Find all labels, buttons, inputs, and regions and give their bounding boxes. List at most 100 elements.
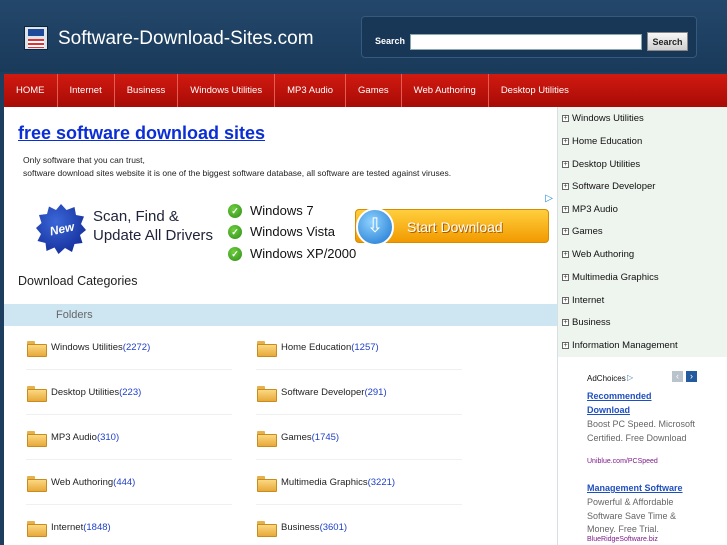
ad-title[interactable]: Management Software bbox=[587, 481, 683, 495]
category-item-multimedia-graphics[interactable]: Multimedia Graphics (3221) bbox=[256, 461, 462, 505]
expand-plus-icon[interactable]: + bbox=[562, 296, 569, 304]
start-download-button[interactable]: ⇩ Start Download bbox=[355, 208, 549, 246]
ad-headline: Scan, Find & bbox=[93, 208, 179, 225]
folders-label: Folders bbox=[56, 309, 93, 321]
ad-os-item: Windows 7 bbox=[250, 203, 314, 218]
ad-body: Boost PC Speed. Microsoft Certified. Fre… bbox=[587, 419, 696, 443]
folder-icon bbox=[257, 430, 277, 447]
ad-os-item: Windows XP/2000 bbox=[250, 246, 357, 261]
expand-plus-icon[interactable]: + bbox=[562, 114, 569, 122]
category-name: Web Authoring bbox=[51, 477, 114, 488]
category-count[interactable]: (1745) bbox=[312, 432, 339, 443]
expand-plus-icon[interactable]: + bbox=[562, 182, 569, 190]
driver-ad-banner[interactable]: ▷ New Scan, Find & Update All Drivers ✓ … bbox=[18, 193, 555, 263]
category-count[interactable]: (291) bbox=[364, 387, 386, 398]
nav-desktop-utilities[interactable]: Desktop Utilities bbox=[489, 74, 581, 107]
sidebar-item-label: Windows Utilities bbox=[572, 112, 644, 124]
ad-url[interactable]: Uniblue.com/PCSpeed bbox=[587, 458, 658, 465]
ad-title-2[interactable]: Download bbox=[587, 403, 630, 417]
folder-icon bbox=[27, 385, 47, 402]
search-label: Search bbox=[375, 36, 406, 46]
expand-plus-icon[interactable]: + bbox=[562, 273, 569, 281]
search-button[interactable]: Search bbox=[647, 32, 688, 51]
category-name: Games bbox=[281, 432, 312, 443]
sidebar-item-label: MP3 Audio bbox=[572, 203, 618, 215]
sidebar-item-software-developer[interactable]: + Software Developer bbox=[562, 175, 726, 197]
sidebar-item-label: Software Developer bbox=[572, 180, 656, 192]
category-item-business[interactable]: Business (3601) bbox=[256, 506, 462, 545]
category-name: Multimedia Graphics bbox=[281, 477, 368, 488]
download-arrow-icon: ⇩ bbox=[356, 208, 394, 246]
sidebar-category-list: + Windows Utilities + Home Education + Desk… bbox=[558, 107, 727, 357]
main-content: free software download sites Only softwa… bbox=[4, 107, 557, 545]
expand-plus-icon[interactable]: + bbox=[562, 205, 569, 213]
expand-plus-icon[interactable]: + bbox=[562, 250, 569, 258]
intro-text-2: software download sites website it is on… bbox=[23, 168, 452, 178]
category-count[interactable]: (310) bbox=[97, 432, 119, 443]
sidebar-item-windows-utilities[interactable]: + Windows Utilities bbox=[562, 107, 726, 129]
sidebar-item-multimedia-graphics[interactable]: + Multimedia Graphics bbox=[562, 266, 726, 288]
adchoices-icon[interactable]: ▷ bbox=[545, 193, 553, 204]
sidebar-item-home-education[interactable]: + Home Education bbox=[562, 130, 726, 152]
site-title[interactable]: Software-Download-Sites.com bbox=[58, 28, 314, 50]
category-name: Desktop Utilities bbox=[51, 387, 120, 398]
sidebar-item-label: Desktop Utilities bbox=[572, 158, 641, 170]
floppy-logo-icon[interactable] bbox=[24, 26, 48, 50]
category-count[interactable]: (3601) bbox=[320, 522, 347, 533]
ad-next-arrow-icon[interactable]: › bbox=[686, 371, 697, 382]
expand-plus-icon[interactable]: + bbox=[562, 227, 569, 235]
sidebar-item-label: Internet bbox=[572, 294, 605, 306]
sidebar-item-mp3-audio[interactable]: + MP3 Audio bbox=[562, 198, 726, 220]
start-download-label: Start Download bbox=[407, 219, 503, 235]
category-item-mp3-audio[interactable]: MP3 Audio (310) bbox=[26, 416, 232, 460]
category-name: Home Education bbox=[281, 342, 352, 353]
category-item-internet[interactable]: Internet (1848) bbox=[26, 506, 232, 545]
sidebar-item-desktop-utilities[interactable]: + Desktop Utilities bbox=[562, 153, 726, 175]
nav-games[interactable]: Games bbox=[346, 74, 402, 107]
category-item-desktop-utilities[interactable]: Desktop Utilities (223) bbox=[26, 371, 232, 415]
ad-prev-arrow-icon[interactable]: ‹ bbox=[672, 371, 683, 382]
nav-web-authoring[interactable]: Web Authoring bbox=[402, 74, 489, 107]
site-header: Software-Download-Sites.com Search Searc… bbox=[0, 0, 727, 72]
page-title[interactable]: free software download sites bbox=[18, 123, 265, 144]
expand-plus-icon[interactable]: + bbox=[562, 160, 569, 168]
ad-url[interactable]: BlueRidgeSoftware.biz bbox=[587, 536, 658, 543]
sidebar-item-information-management[interactable]: + Information Management bbox=[562, 334, 726, 356]
nav-home[interactable]: HOME bbox=[4, 74, 58, 107]
sidebar-item-label: Web Authoring bbox=[572, 248, 635, 260]
category-count[interactable]: (1848) bbox=[83, 522, 110, 533]
folder-icon bbox=[27, 340, 47, 357]
category-count[interactable]: (223) bbox=[119, 387, 141, 398]
check-icon: ✓ bbox=[228, 204, 242, 218]
folder-icon bbox=[257, 340, 277, 357]
category-item-web-authoring[interactable]: Web Authoring (444) bbox=[26, 461, 232, 505]
sidebar: + Windows Utilities + Home Education + Desk… bbox=[557, 107, 727, 545]
sidebar-item-internet[interactable]: + Internet bbox=[562, 289, 726, 311]
download-categories-heading: Download Categories bbox=[18, 274, 138, 288]
nav-internet[interactable]: Internet bbox=[58, 74, 115, 107]
sidebar-item-web-authoring[interactable]: + Web Authoring bbox=[562, 243, 726, 265]
category-count[interactable]: (1257) bbox=[351, 342, 378, 353]
expand-plus-icon[interactable]: + bbox=[562, 318, 569, 326]
expand-plus-icon[interactable]: + bbox=[562, 137, 569, 145]
folder-icon bbox=[257, 520, 277, 537]
search-input[interactable] bbox=[410, 34, 642, 50]
folder-icon bbox=[27, 475, 47, 492]
sidebar-item-games[interactable]: + Games bbox=[562, 220, 726, 242]
category-count[interactable]: (3221) bbox=[368, 477, 395, 488]
category-item-windows-utilities[interactable]: Windows Utilities (2272) bbox=[26, 326, 232, 370]
nav-business[interactable]: Business bbox=[115, 74, 179, 107]
category-item-games[interactable]: Games (1745) bbox=[256, 416, 462, 460]
category-item-software-developer[interactable]: Software Developer (291) bbox=[256, 371, 462, 415]
nav-mp3-audio[interactable]: MP3 Audio bbox=[275, 74, 347, 107]
category-item-home-education[interactable]: Home Education (1257) bbox=[256, 326, 462, 370]
category-count[interactable]: (2272) bbox=[123, 342, 150, 353]
sidebar-item-business[interactable]: + Business bbox=[562, 311, 726, 333]
category-name: MP3 Audio bbox=[51, 432, 97, 443]
category-count[interactable]: (444) bbox=[113, 477, 135, 488]
adchoices-label[interactable]: AdChoices bbox=[587, 374, 626, 383]
nav-windows-utilities[interactable]: Windows Utilities bbox=[178, 74, 276, 107]
adchoices-icon[interactable]: ▷ bbox=[627, 373, 633, 382]
expand-plus-icon[interactable]: + bbox=[562, 341, 569, 349]
ad-title[interactable]: Recommended bbox=[587, 389, 652, 403]
